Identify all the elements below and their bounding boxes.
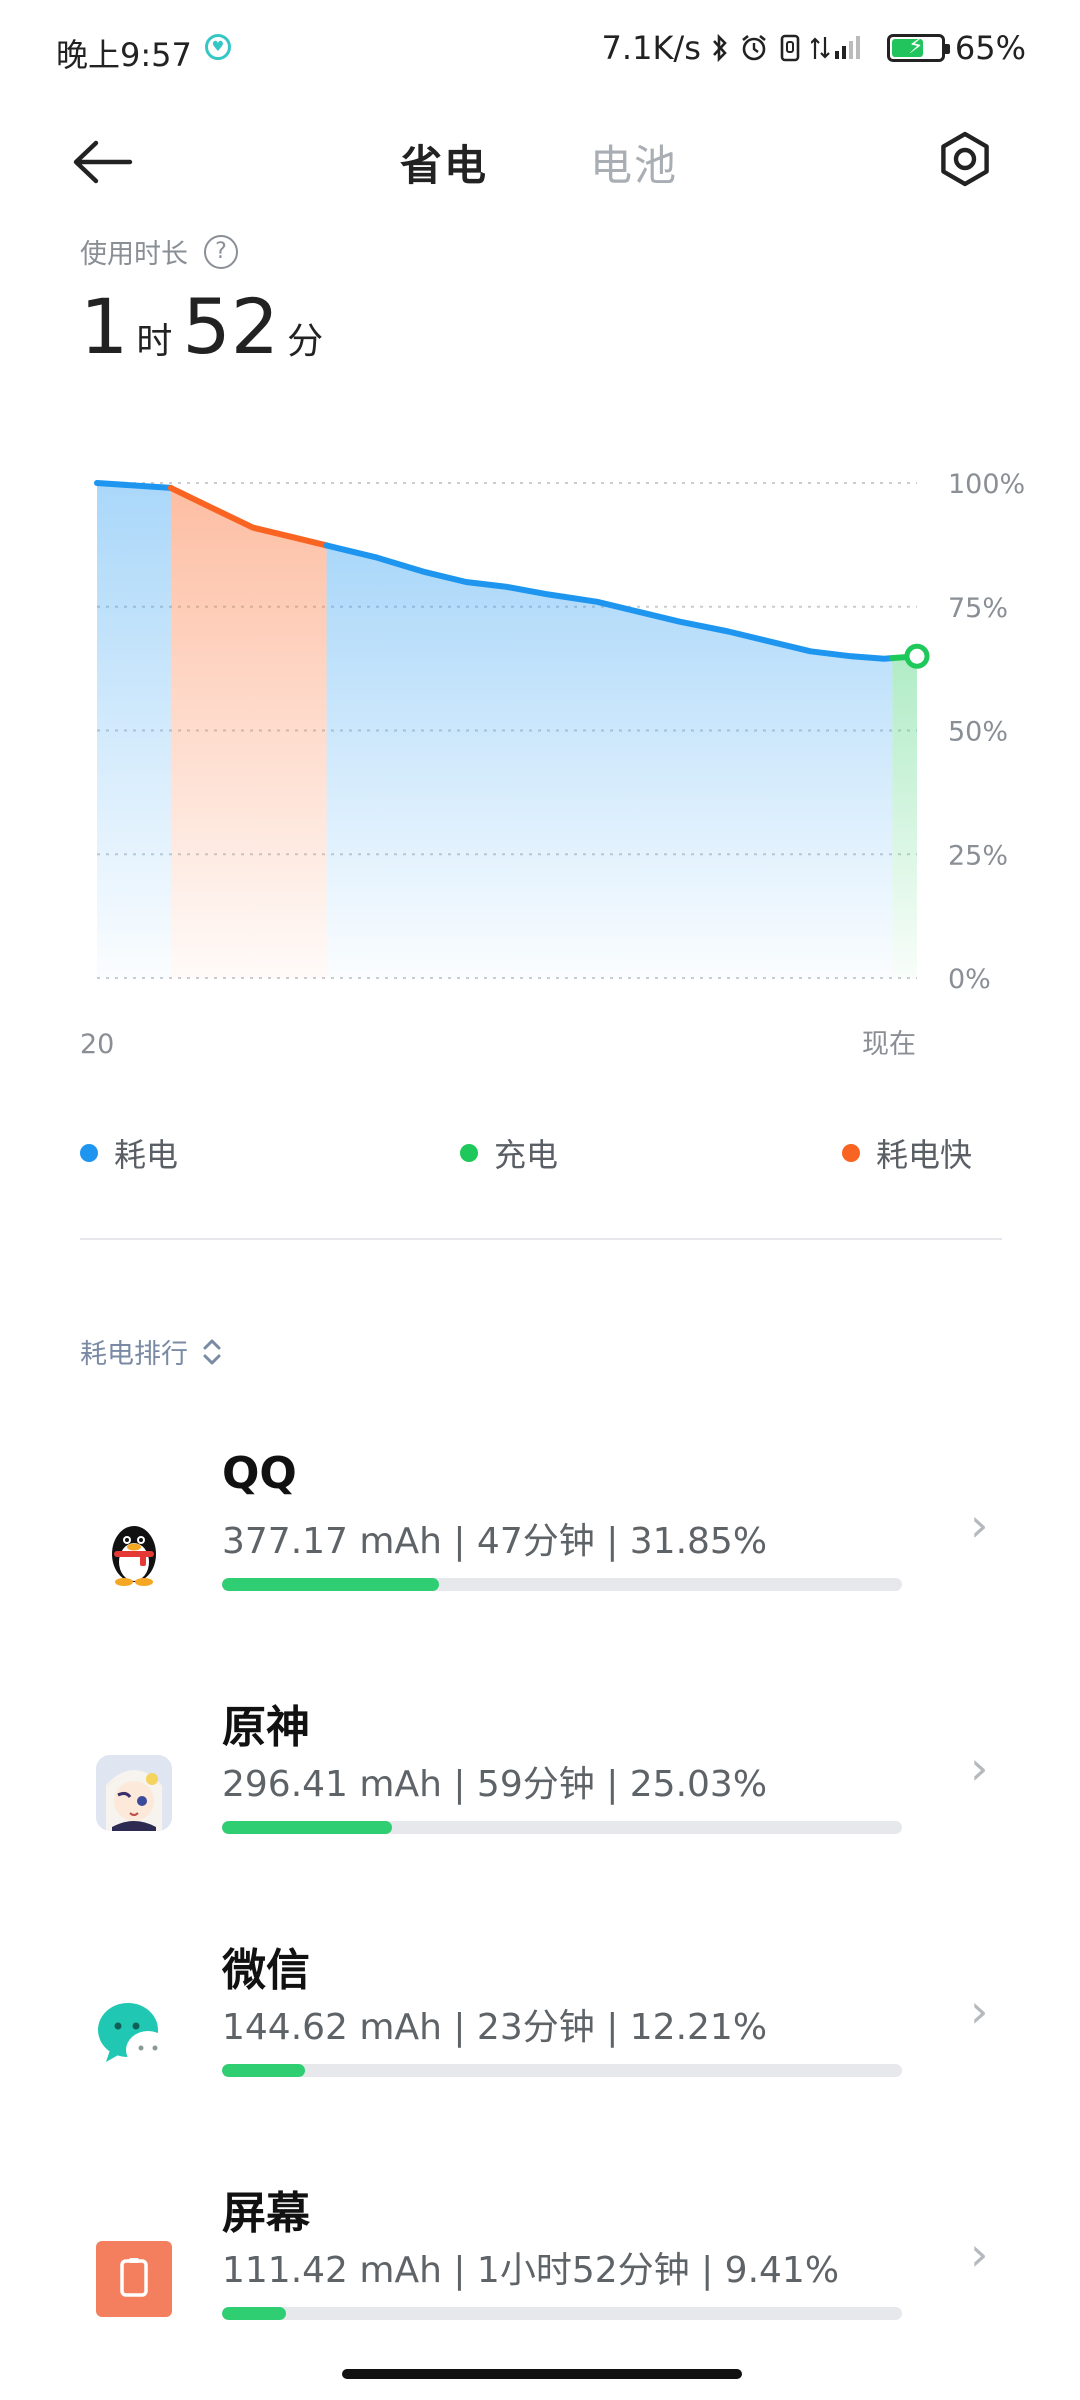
app-detail: 111.42 mAh | 1小时52分钟 | 9.41% [222,2250,840,2291]
gear-hex-icon [941,131,989,187]
app-name: 屏幕 [222,2188,310,2239]
qq-penguin-icon [96,1512,172,1588]
alarm-icon [739,33,769,63]
app-name: 微信 [222,1945,310,1996]
app-usage-bar [222,2307,902,2320]
area-drain [326,545,893,978]
battery-percent: 65% [954,29,1026,67]
app-usage-bar [222,1821,902,1834]
back-button[interactable] [72,122,152,202]
app-usage-fill [222,2307,286,2320]
status-bar: 晚上9:57 ♥ 7.1K/s ⚡ 65% [0,0,1080,100]
app-usage-fill [222,1821,393,1834]
tab-power-saving[interactable]: 省电 [400,132,488,193]
legend-drain-label: 耗电 [114,1136,179,1174]
health-app-icon: ♥ [205,34,231,60]
app-name: QQ [222,1448,297,1499]
chevron-right-icon: › [970,1984,989,2038]
legend-charging: 充电 [460,1130,558,1176]
app-usage-bar [222,1578,902,1591]
app-row-genshin[interactable]: 原神 296.41 mAh | 59分钟 | 25.03% › [0,1643,1080,1883]
app-usage-fill [222,1578,439,1591]
divider [80,1238,1002,1240]
app-row-screen[interactable]: 屏幕 111.42 mAh | 1小时52分钟 | 9.41% › [0,2129,1080,2369]
battery-icon: ⚡ [886,34,950,62]
app-row-wechat[interactable]: 微信 144.62 mAh | 23分钟 | 12.21% › [0,1886,1080,2126]
usage-minutes-unit: 分 [287,321,324,362]
bluetooth-icon [711,33,729,63]
x-start-label: 20 [80,1029,114,1060]
sort-updown-icon [203,1339,221,1364]
y-tick-label: 100% [948,469,1025,500]
ranking-sort-button[interactable]: 耗电排行 [80,1332,224,1371]
app-usage-fill [222,2064,306,2077]
usage-minutes: 52 [182,282,280,371]
app-detail: 144.62 mAh | 23分钟 | 12.21% [222,2007,768,2048]
app-usage-bar [222,2064,902,2077]
usage-duration-label: 使用时长 [80,239,188,270]
app-name: 原神 [222,1702,310,1753]
screen-icon [96,2241,172,2317]
legend-charging-label: 充电 [494,1136,559,1174]
nfc-icon [779,33,801,63]
signal-4g-icon [810,33,871,63]
legend-fast-drain-label: 耗电快 [876,1136,973,1174]
chevron-right-icon: › [970,2227,989,2281]
ranking-title: 耗电排行 [80,1339,188,1370]
home-indicator[interactable] [342,2369,742,2379]
help-icon[interactable]: ? [204,234,238,269]
app-row-qq[interactable]: QQ 377.17 mAh | 47分钟 | 31.85% › [0,1400,1080,1640]
chevron-right-icon: › [970,1498,989,1552]
x-end-label: 现在 [862,1029,916,1060]
usage-hours-unit: 时 [136,321,173,362]
legend-drain-dot [80,1144,98,1162]
app-detail: 377.17 mAh | 47分钟 | 31.85% [222,1521,768,1562]
chevron-right-icon: › [970,1741,989,1795]
y-tick-label: 75% [948,593,1008,624]
usage-hours: 1 [80,282,129,371]
area-drain [97,483,171,978]
legend-charging-dot [460,1144,478,1162]
wechat-icon [96,1998,172,2074]
arrow-left-icon [73,140,133,184]
app-detail: 296.41 mAh | 59分钟 | 25.03% [222,1764,768,1805]
battery-level-chart: 100% 75% 50% 25% 0% 20 现在 [80,469,1025,1060]
settings-button[interactable] [930,124,1000,194]
genshin-paimon-icon [96,1755,172,1831]
network-speed: 7.1K/s [601,29,701,67]
usage-duration-value: 1 时 52 分 [80,282,333,371]
legend-fast-drain: 耗电快 [842,1130,972,1176]
legend-fast-drain-dot [842,1144,860,1162]
area-fast_drain [170,487,327,978]
status-icons: 7.1K/s ⚡ 65% [602,28,1026,68]
y-tick-label: 50% [948,717,1008,748]
legend-drain: 耗电 [80,1130,178,1176]
y-tick-label: 25% [948,840,1008,871]
status-time: 晚上9:57 [56,36,192,74]
y-tick-label: 0% [948,964,991,995]
current-level-marker [904,643,930,669]
area-charging [892,656,917,978]
tab-battery[interactable]: 电池 [590,132,678,193]
usage-duration-label-row: 使用时长 ? [80,232,238,271]
